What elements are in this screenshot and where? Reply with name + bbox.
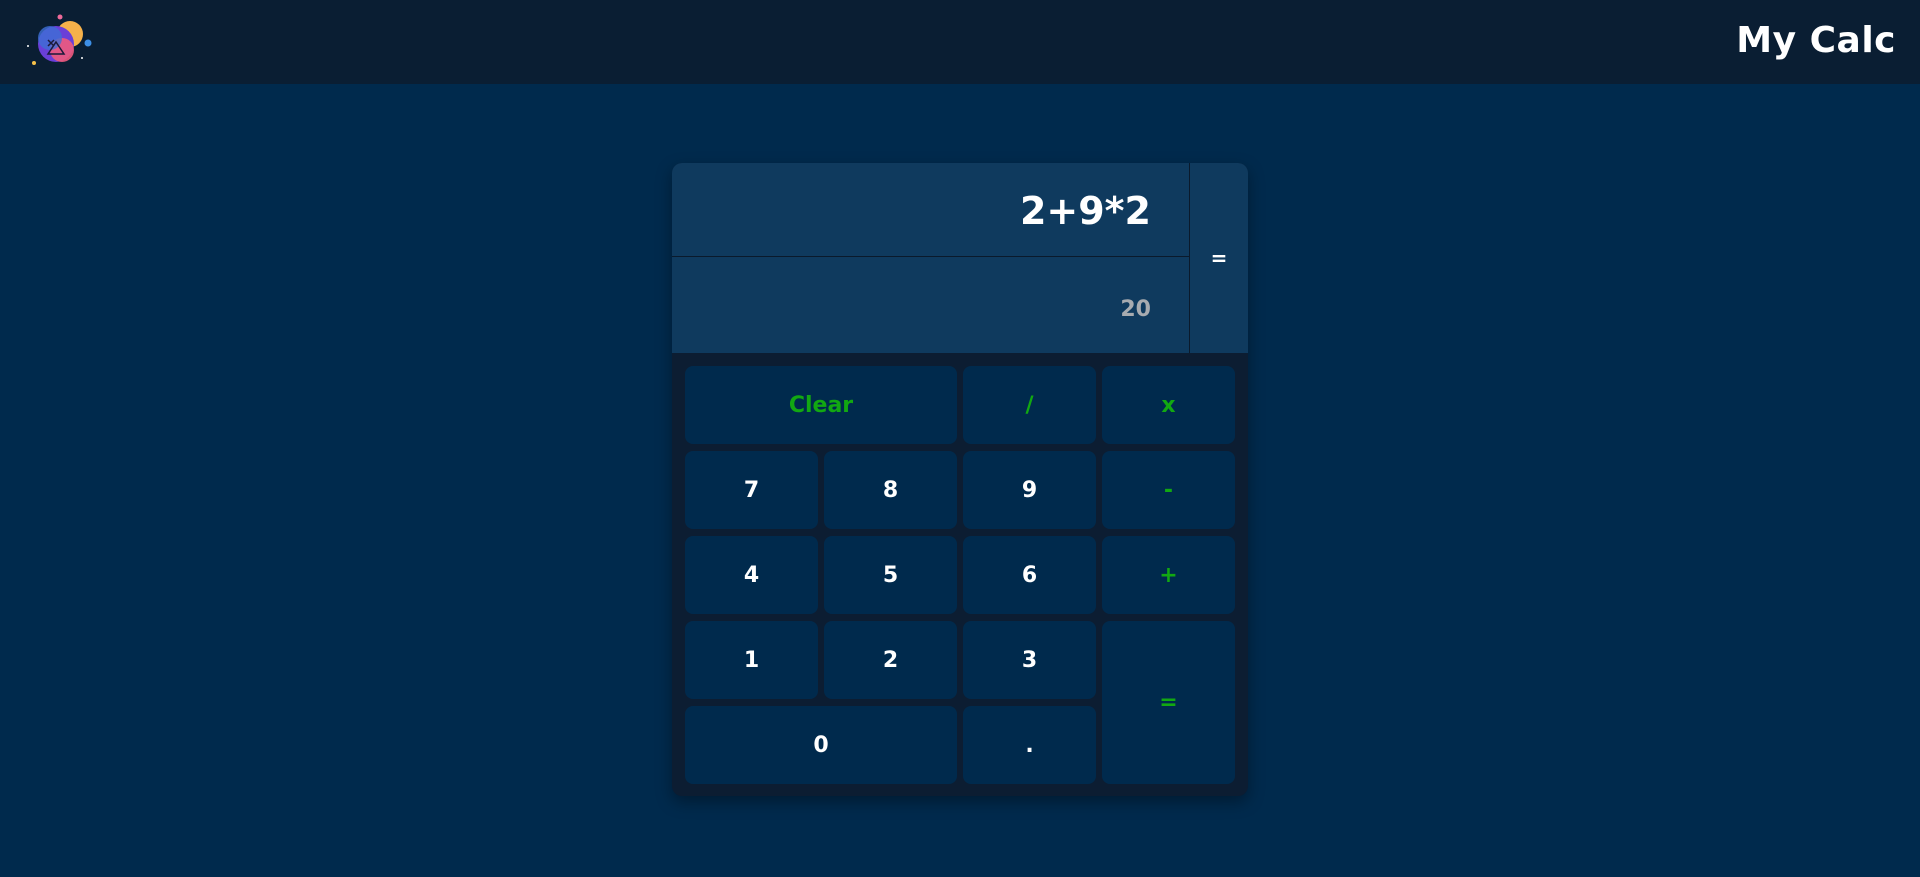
result-text: 20: [1120, 297, 1151, 322]
minus-button[interactable]: -: [1102, 451, 1235, 529]
app-title: My Calc: [1736, 20, 1896, 61]
plus-button[interactable]: +: [1102, 536, 1235, 614]
display-equals-button[interactable]: =: [1190, 163, 1248, 353]
result-panel: 20: [672, 257, 1190, 353]
equals-button[interactable]: =: [1102, 621, 1235, 784]
digit-4-button[interactable]: 4: [685, 536, 818, 614]
decimal-point-button[interactable]: .: [963, 706, 1096, 784]
clear-button[interactable]: Clear: [685, 366, 957, 444]
expression-text: 2+9*2: [1019, 189, 1151, 233]
digit-3-button[interactable]: 3: [963, 621, 1096, 699]
digit-2-button[interactable]: 2: [824, 621, 957, 699]
digit-1-button[interactable]: 1: [685, 621, 818, 699]
digit-8-button[interactable]: 8: [824, 451, 957, 529]
multiply-button[interactable]: x: [1102, 366, 1235, 444]
divide-button[interactable]: /: [963, 366, 1096, 444]
keypad: Clear / x 7 8 9 - 4 5 6 + 1 2 3 = 0 .: [685, 366, 1236, 784]
calculator-display: 2+9*2 20 =: [672, 163, 1248, 353]
app-logo-icon[interactable]: [24, 12, 96, 72]
expression-panel: 2+9*2: [672, 163, 1190, 257]
digit-7-button[interactable]: 7: [685, 451, 818, 529]
digit-0-button[interactable]: 0: [685, 706, 957, 784]
calculator: 2+9*2 20 = Clear / x 7 8 9 - 4 5 6 + 1 2…: [672, 163, 1248, 796]
digit-6-button[interactable]: 6: [963, 536, 1096, 614]
digit-5-button[interactable]: 5: [824, 536, 957, 614]
digit-9-button[interactable]: 9: [963, 451, 1096, 529]
app-header: My Calc: [0, 0, 1920, 84]
